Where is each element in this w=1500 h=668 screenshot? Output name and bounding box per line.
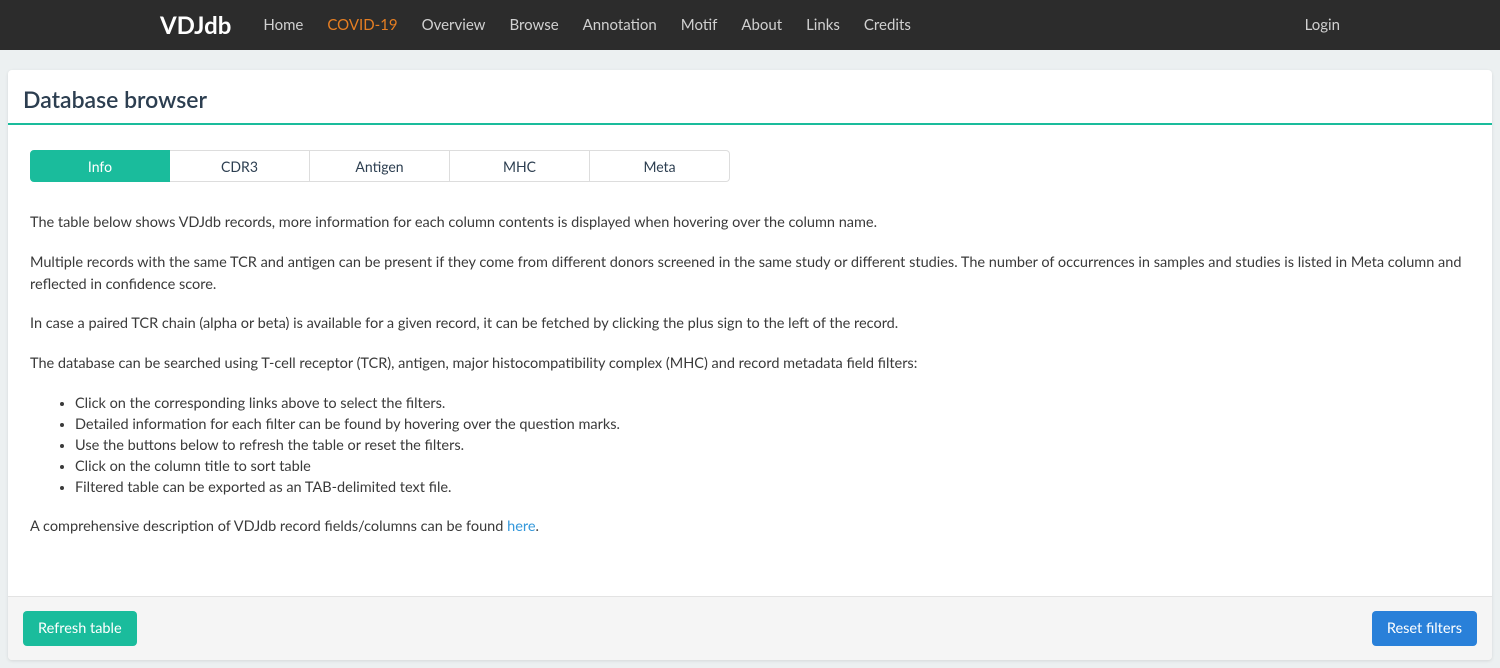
nav-item-overview[interactable]: Overview <box>410 16 498 34</box>
info-paragraph-2: Multiple records with the same TCR and a… <box>30 252 1470 296</box>
tab-antigen[interactable]: Antigen <box>310 150 450 182</box>
nav-item-about[interactable]: About <box>729 16 794 34</box>
nav-item-credits[interactable]: Credits <box>852 16 923 34</box>
navbar: VDJdb Home COVID-19 Overview Browse Anno… <box>0 0 1500 50</box>
footer-bar: Refresh table Reset filters <box>8 596 1492 660</box>
nav-link[interactable]: Links <box>806 16 840 34</box>
main-container: Database browser Info CDR3 Antigen MHC M… <box>8 70 1492 660</box>
nav-item-links[interactable]: Links <box>794 16 852 34</box>
info-paragraph-4: The database can be searched using T-cel… <box>30 353 1470 375</box>
tab-mhc[interactable]: MHC <box>450 150 590 182</box>
nav-link[interactable]: Home <box>263 16 303 34</box>
info-bullet: Detailed information for each filter can… <box>75 414 1470 435</box>
nav-link[interactable]: Browse <box>509 16 558 34</box>
info-bullet: Click on the corresponding links above t… <box>75 393 1470 414</box>
info-text: The table below shows VDJdb records, mor… <box>30 212 1470 538</box>
info-p5-suffix: . <box>536 518 539 535</box>
info-paragraph-1: The table below shows VDJdb records, mor… <box>30 212 1470 234</box>
tab-group: Info CDR3 Antigen MHC Meta <box>30 150 1470 182</box>
login-link[interactable]: Login <box>1305 16 1340 34</box>
navbar-left: VDJdb Home COVID-19 Overview Browse Anno… <box>20 11 923 40</box>
navbar-brand[interactable]: VDJdb <box>160 11 231 40</box>
nav-link[interactable]: Overview <box>422 16 486 34</box>
nav-link[interactable]: COVID-19 <box>327 16 397 34</box>
here-link[interactable]: here <box>507 518 535 535</box>
nav-link[interactable]: About <box>741 16 782 34</box>
info-bullet: Click on the column title to sort table <box>75 456 1470 477</box>
page-header: Database browser <box>8 70 1492 125</box>
info-bullet: Filtered table can be exported as an TAB… <box>75 477 1470 498</box>
nav-item-motif[interactable]: Motif <box>669 16 730 34</box>
navbar-nav: Home COVID-19 Overview Browse Annotation… <box>251 16 922 34</box>
info-bullet-list: Click on the corresponding links above t… <box>75 393 1470 498</box>
nav-link[interactable]: Annotation <box>583 16 657 34</box>
tab-meta[interactable]: Meta <box>590 150 730 182</box>
content-area: Info CDR3 Antigen MHC Meta The table bel… <box>8 125 1492 596</box>
nav-link[interactable]: Credits <box>864 16 911 34</box>
nav-item-home[interactable]: Home <box>251 16 315 34</box>
nav-link[interactable]: Motif <box>681 16 718 34</box>
info-paragraph-3: In case a paired TCR chain (alpha or bet… <box>30 313 1470 335</box>
nav-item-annotation[interactable]: Annotation <box>571 16 669 34</box>
tab-info[interactable]: Info <box>30 150 170 182</box>
navbar-right: Login <box>1305 16 1340 34</box>
info-p5-prefix: A comprehensive description of VDJdb rec… <box>30 518 507 535</box>
info-paragraph-5: A comprehensive description of VDJdb rec… <box>30 516 1470 538</box>
tab-cdr3[interactable]: CDR3 <box>170 150 310 182</box>
reset-filters-button[interactable]: Reset filters <box>1372 611 1477 646</box>
nav-item-browse[interactable]: Browse <box>497 16 570 34</box>
nav-item-covid19[interactable]: COVID-19 <box>315 16 409 34</box>
info-bullet: Use the buttons below to refresh the tab… <box>75 435 1470 456</box>
page-title: Database browser <box>23 85 1477 113</box>
refresh-table-button[interactable]: Refresh table <box>23 611 137 646</box>
